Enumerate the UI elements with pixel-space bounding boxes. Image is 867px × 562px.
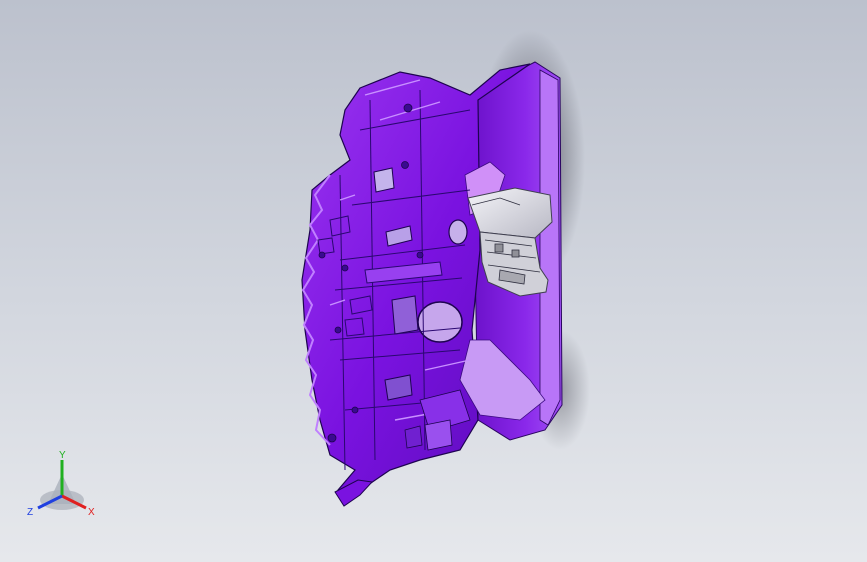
panel-opening-upper	[448, 219, 468, 245]
door-inner-panel-model[interactable]	[0, 0, 867, 562]
view-orientation-triad[interactable]: Y X Z	[22, 448, 108, 522]
x-axis-label: X	[88, 507, 95, 518]
latch-bracket-top	[467, 187, 553, 239]
panel-opening-lower	[384, 374, 413, 401]
panel-opening-rect	[391, 295, 419, 335]
y-axis-label: Y	[59, 450, 66, 461]
panel-bottom-tab	[334, 479, 374, 507]
panel-side-flange	[539, 69, 561, 426]
z-axis-label: Z	[27, 507, 33, 518]
panel-opening-large	[417, 301, 463, 343]
panel-opening-square	[373, 167, 395, 193]
graphics-viewport[interactable]: Y X Z	[0, 0, 867, 562]
